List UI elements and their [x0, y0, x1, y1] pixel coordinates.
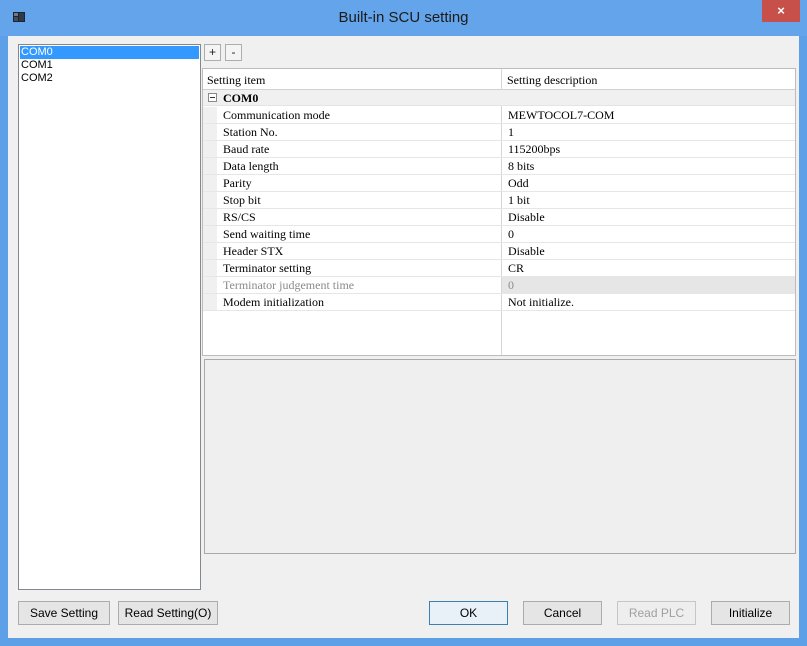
setting-description-value[interactable]: Odd	[508, 176, 529, 191]
title-bar[interactable]: Built-in SCU setting ×	[0, 0, 807, 36]
setting-item-label: RS/CS	[223, 210, 256, 224]
setting-item-label: Header STX	[223, 244, 284, 258]
setting-item-label: Modem initialization	[223, 295, 324, 309]
read-setting-button[interactable]: Read Setting(O)	[118, 601, 218, 625]
setting-item-label: Baud rate	[223, 142, 270, 156]
ok-button[interactable]: OK	[429, 601, 508, 625]
dialog-window: Built-in SCU setting × COM0 COM1 COM2 + …	[0, 0, 807, 646]
setting-row[interactable]: Baud rate 115200bps	[203, 141, 795, 158]
setting-row[interactable]: Header STX Disable	[203, 243, 795, 260]
expand-all-button[interactable]: +	[204, 44, 221, 61]
setting-description-value[interactable]: 1 bit	[508, 193, 530, 208]
row-gutter	[203, 294, 217, 310]
column-header-setting-item: Setting item	[207, 73, 266, 87]
port-item-com2[interactable]: COM2	[20, 72, 199, 85]
settings-grid: Setting item Setting description COM0 Co…	[202, 68, 796, 356]
row-gutter	[203, 209, 217, 225]
setting-item-label: Data length	[223, 159, 279, 173]
row-gutter	[203, 192, 217, 208]
row-gutter	[203, 124, 217, 140]
collapse-all-button[interactable]: -	[225, 44, 242, 61]
setting-row[interactable]: Data length 8 bits	[203, 158, 795, 175]
row-gutter	[203, 226, 217, 242]
collapse-toggle-icon[interactable]	[208, 93, 217, 102]
setting-description-value[interactable]: MEWTOCOL7-COM	[508, 108, 614, 123]
row-gutter	[203, 277, 217, 293]
row-gutter	[203, 175, 217, 191]
row-gutter	[203, 158, 217, 174]
window-title: Built-in SCU setting	[338, 9, 469, 26]
dialog-body: COM0 COM1 COM2 + - Setting item Setting …	[8, 36, 799, 638]
cancel-button[interactable]: Cancel	[523, 601, 602, 625]
setting-item-label: Parity	[223, 176, 252, 190]
row-gutter	[203, 260, 217, 276]
setting-row[interactable]: Communication mode MEWTOCOL7-COM	[203, 107, 795, 124]
disabled-value-background	[502, 277, 795, 293]
setting-description-value[interactable]: Not initialize.	[508, 295, 574, 310]
setting-description-value[interactable]: Disable	[508, 210, 545, 225]
row-gutter	[203, 141, 217, 157]
setting-description-value[interactable]: Disable	[508, 244, 545, 259]
setting-description-value: 0	[508, 278, 514, 292]
setting-item-label: Stop bit	[223, 193, 261, 207]
port-item-com0[interactable]: COM0	[20, 46, 199, 59]
setting-row[interactable]: RS/CS Disable	[203, 209, 795, 226]
setting-description-value[interactable]: 115200bps	[508, 142, 560, 157]
setting-row[interactable]: Modem initialization Not initialize.	[203, 294, 795, 311]
setting-description-value[interactable]: 8 bits	[508, 159, 534, 174]
setting-row: Terminator judgement time 0	[203, 277, 795, 294]
setting-row[interactable]: Stop bit 1 bit	[203, 192, 795, 209]
setting-row[interactable]: Terminator setting CR	[203, 260, 795, 277]
setting-row[interactable]: Station No. 1	[203, 124, 795, 141]
setting-row[interactable]: Parity Odd	[203, 175, 795, 192]
port-list[interactable]: COM0 COM1 COM2	[18, 44, 201, 590]
group-row-com0[interactable]: COM0	[203, 90, 795, 106]
setting-item-label: Terminator judgement time	[223, 278, 355, 292]
port-item-com1[interactable]: COM1	[20, 59, 199, 72]
setting-item-label: Station No.	[223, 125, 278, 139]
close-button[interactable]: ×	[762, 0, 800, 22]
setting-item-label: Send waiting time	[223, 227, 311, 241]
setting-item-label: Terminator setting	[223, 261, 312, 275]
group-label: COM0	[223, 91, 259, 105]
initialize-button[interactable]: Initialize	[711, 601, 790, 625]
setting-item-label: Communication mode	[223, 108, 330, 122]
setting-row[interactable]: Send waiting time 0	[203, 226, 795, 243]
column-header-setting-description: Setting description	[507, 73, 598, 87]
read-plc-button: Read PLC	[617, 601, 696, 625]
grid-header: Setting item Setting description	[203, 69, 795, 90]
save-setting-button[interactable]: Save Setting	[18, 601, 110, 625]
row-gutter	[203, 107, 217, 123]
setting-description-value[interactable]: CR	[508, 261, 524, 276]
setting-description-value[interactable]: 1	[508, 125, 514, 140]
setting-description-value[interactable]: 0	[508, 227, 514, 242]
description-panel	[204, 359, 796, 554]
row-gutter	[203, 243, 217, 259]
